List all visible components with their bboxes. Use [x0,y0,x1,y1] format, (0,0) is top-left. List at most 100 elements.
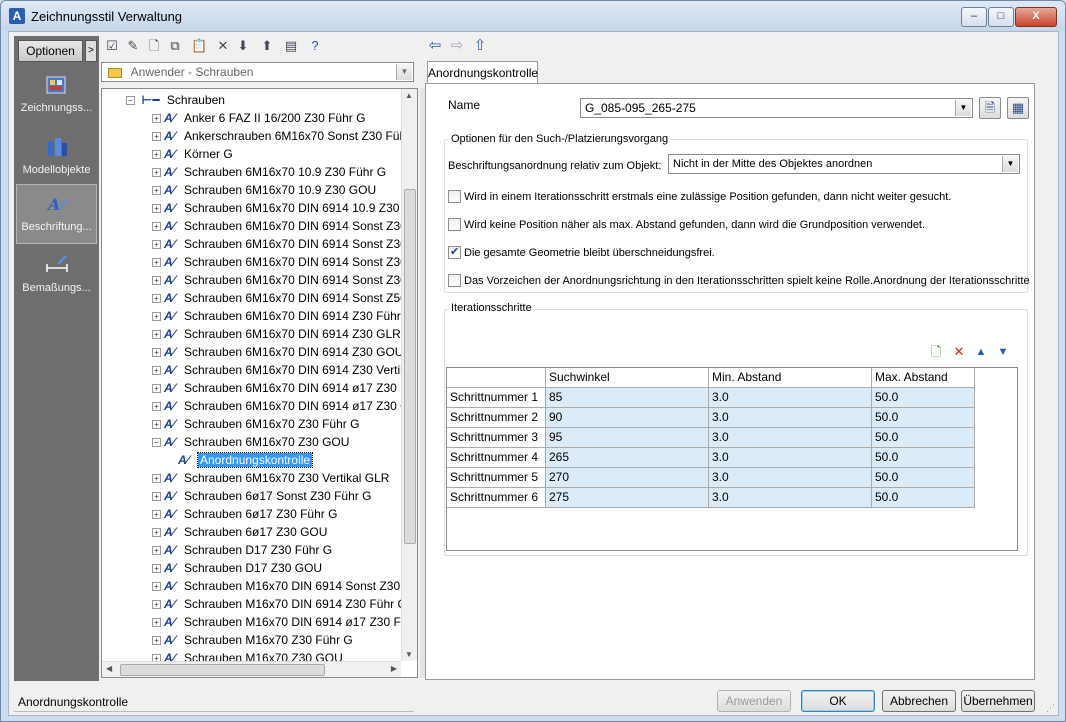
export-icon[interactable]: ⬇ [235,38,251,54]
row-header[interactable]: Schrittnummer 2 [447,408,546,428]
table-cell[interactable]: 50.0 [872,488,975,508]
expand-icon[interactable]: − [152,438,161,448]
chevron-down-icon[interactable]: ▼ [396,64,412,80]
scroll-left-icon[interactable]: ◀ [106,664,112,673]
expand-icon[interactable]: + [152,240,161,250]
column-header[interactable]: Min. Abstand [709,368,872,388]
forward-arrow-icon[interactable]: ⇨ [449,38,465,54]
table-cell[interactable]: 50.0 [872,468,975,488]
accept-button[interactable]: Übernehmen [961,690,1035,712]
tree-item[interactable]: + A⁄ Ankerschrauben 6M16x70 Sonst Z30 Führ [152,127,410,145]
scroll-down-icon[interactable]: ▼ [405,650,413,659]
table-cell[interactable]: 85 [546,388,709,408]
paste-icon[interactable]: 📋 [191,38,207,54]
column-header[interactable]: Max. Abstand [872,368,975,388]
sidebar-expand-button[interactable]: > [85,40,97,62]
tree-item[interactable]: + A⁄ Schrauben 6M16x70 DIN 6914 ø17 Z30 GO [152,397,417,415]
expand-icon[interactable]: + [152,186,161,196]
tree-item[interactable]: + A⁄ Schrauben D17 Z30 GOU [152,559,322,577]
new-icon[interactable]: 🗋 [146,38,162,54]
expand-icon[interactable]: + [152,618,161,628]
expand-icon[interactable]: + [152,528,161,538]
expand-icon[interactable]: + [152,294,161,304]
tree-item[interactable]: + A⁄ Schrauben 6M16x70 DIN 6914 Sonst Z30 … [152,253,417,271]
tree-item[interactable]: + A⁄ Schrauben 6M16x70 10.9 Z30 Führ G [152,163,386,181]
tree-item[interactable]: + A⁄ Schrauben M16x70 DIN 6914 Sonst Z30 F… [152,577,417,595]
help-icon[interactable]: ? [307,38,323,54]
tree-item[interactable]: + A⁄ Schrauben 6ø17 Z30 Führ G [152,505,337,523]
chevron-down-icon[interactable]: ▼ [1002,156,1018,172]
table-cell[interactable]: 3.0 [709,388,872,408]
resize-grip-icon[interactable]: ⋰ [1046,703,1056,713]
options-header[interactable]: Optionen [18,40,83,62]
tree-item[interactable]: + A⁄ Schrauben 6M16x70 DIN 6914 Z30 GOU [152,343,403,361]
up-arrow-icon[interactable]: ⇧ [472,38,488,54]
tree-item[interactable]: − A⁄ Schrauben 6M16x70 Z30 GOU [152,433,349,451]
move-up-icon[interactable]: ▲ [973,344,989,360]
iteration-table[interactable]: Suchwinkel Min. Abstand Max. Abstand Sch… [446,367,1018,551]
table-cell[interactable]: 270 [546,468,709,488]
expand-icon[interactable]: + [152,636,161,646]
tree-item[interactable]: + A⁄ Schrauben 6M16x70 Z30 Führ G [152,415,359,433]
tree-scroll-thumb[interactable] [404,189,416,544]
tab-arrangement-control[interactable]: Anordnungskontrolle [427,61,538,84]
tree-item[interactable]: + A⁄ Schrauben 6M16x70 DIN 6914 Z30 Führ G [152,307,413,325]
apply-button[interactable]: Anwenden [717,690,791,712]
expand-icon[interactable]: + [152,582,161,592]
table-cell[interactable]: 265 [546,448,709,468]
placement-select[interactable]: Nicht in der Mitte des Objektes anordnen… [668,154,1020,174]
move-down-icon[interactable]: ▼ [995,344,1011,360]
tree-item[interactable]: + A⁄ Körner G [152,145,233,163]
expand-icon[interactable]: + [152,366,161,376]
row-header[interactable]: Schrittnummer 5 [447,468,546,488]
tree-item[interactable]: + A⁄ Schrauben 6M16x70 10.9 Z30 GOU [152,181,376,199]
edit-check-icon[interactable]: ✎ [125,38,141,54]
expand-icon[interactable]: + [152,510,161,520]
expand-icon[interactable]: + [152,600,161,610]
checkbox-base-position[interactable] [448,218,461,231]
add-row-icon[interactable]: 🗋 [928,344,944,360]
sidebar-item-drawing-settings[interactable]: Zeichnungss... [16,66,97,126]
row-header[interactable]: Schrittnummer 3 [447,428,546,448]
tree-item[interactable]: + A⁄ Schrauben 6M16x70 Z30 Vertikal GLR [152,469,389,487]
check-icon[interactable]: ☑ [104,38,120,54]
cancel-button[interactable]: Abbrechen [882,690,956,712]
title-bar[interactable]: A Zeichnungsstil Verwaltung – □ X [1,1,1065,31]
expand-icon[interactable]: + [152,564,161,574]
tree-root[interactable]: − ⊢━ Schrauben [126,91,225,109]
style-tree[interactable]: − ⊢━ Schrauben + A⁄ Anker 6 FAZ II 16/200 … [101,88,418,678]
column-header[interactable]: Suchwinkel [546,368,709,388]
expand-icon[interactable]: + [152,348,161,358]
edit-style-button[interactable]: 🗎 [979,97,1001,119]
tree-vertical-scrollbar[interactable]: ▲ ▼ [401,89,417,661]
copy-icon[interactable]: ⧉ [167,38,183,54]
scroll-right-icon[interactable]: ▶ [391,664,397,673]
table-cell[interactable]: 3.0 [709,408,872,428]
tree-hscroll-thumb[interactable] [120,664,325,676]
scroll-up-icon[interactable]: ▲ [405,91,413,100]
expand-icon[interactable]: + [152,222,161,232]
style-collection-select[interactable]: Anwender - Schrauben ▼ [101,62,414,82]
row-header[interactable]: Schrittnummer 6 [447,488,546,508]
checkbox-no-overlap[interactable] [448,245,461,259]
expand-icon[interactable]: + [152,168,161,178]
table-cell[interactable]: 50.0 [872,448,975,468]
expand-icon[interactable]: + [152,258,161,268]
style-details-button[interactable]: ▦ [1007,97,1029,119]
table-cell[interactable]: 90 [546,408,709,428]
table-cell[interactable]: 95 [546,428,709,448]
tree-item[interactable]: + A⁄ Schrauben 6M16x70 DIN 6914 Sonst Z30 … [152,235,417,253]
style-name-select[interactable]: G_085-095_265-275 ▼ [580,98,973,118]
import-icon[interactable]: ⬆ [259,38,275,54]
collapse-icon[interactable]: − [126,96,135,106]
table-cell[interactable]: 3.0 [709,488,872,508]
ok-button[interactable]: OK [801,690,875,712]
row-header[interactable]: Schrittnummer 1 [447,388,546,408]
tree-item[interactable]: + A⁄ Schrauben 6M16x70 DIN 6914 Z30 Vertik… [152,361,413,379]
minimize-button[interactable]: – [961,7,987,27]
expand-icon[interactable]: + [152,312,161,322]
maximize-button[interactable]: □ [988,7,1014,27]
checkbox-first-position[interactable] [448,190,461,203]
table-cell[interactable]: 50.0 [872,388,975,408]
tree-horizontal-scrollbar[interactable]: ◀ ▶ [102,661,401,677]
